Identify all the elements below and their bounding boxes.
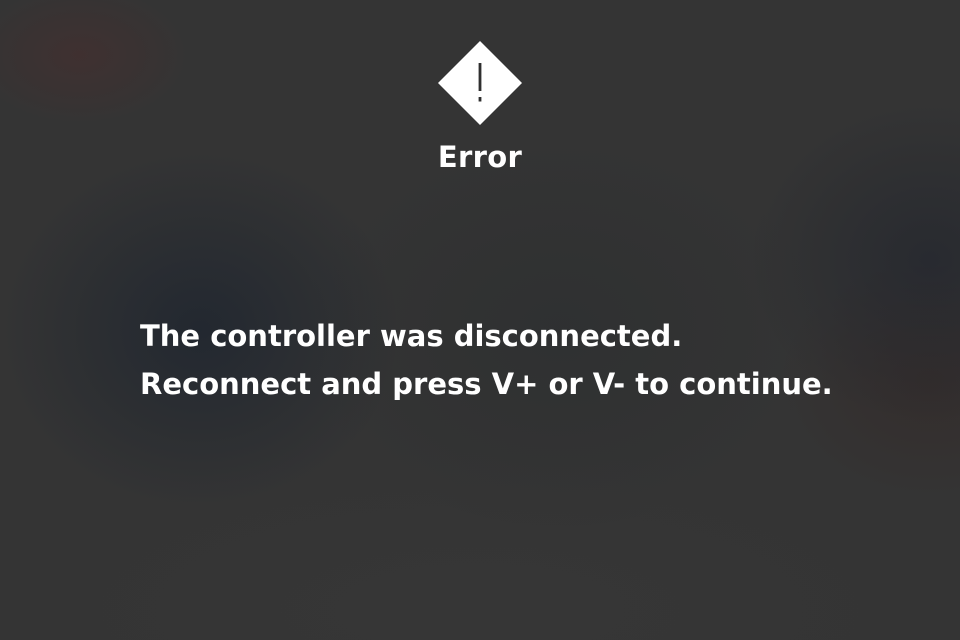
error-header: Error bbox=[0, 40, 960, 174]
message-line-1: The controller was disconnected. bbox=[140, 319, 683, 353]
error-message: The controller was disconnected. Reconne… bbox=[140, 312, 920, 408]
error-title: Error bbox=[437, 140, 523, 174]
message-line-2: Reconnect and press V+ or V- to continue… bbox=[140, 367, 833, 401]
error-screen: Error The controller was disconnected. R… bbox=[0, 0, 960, 640]
warning-diamond-icon bbox=[438, 41, 522, 125]
